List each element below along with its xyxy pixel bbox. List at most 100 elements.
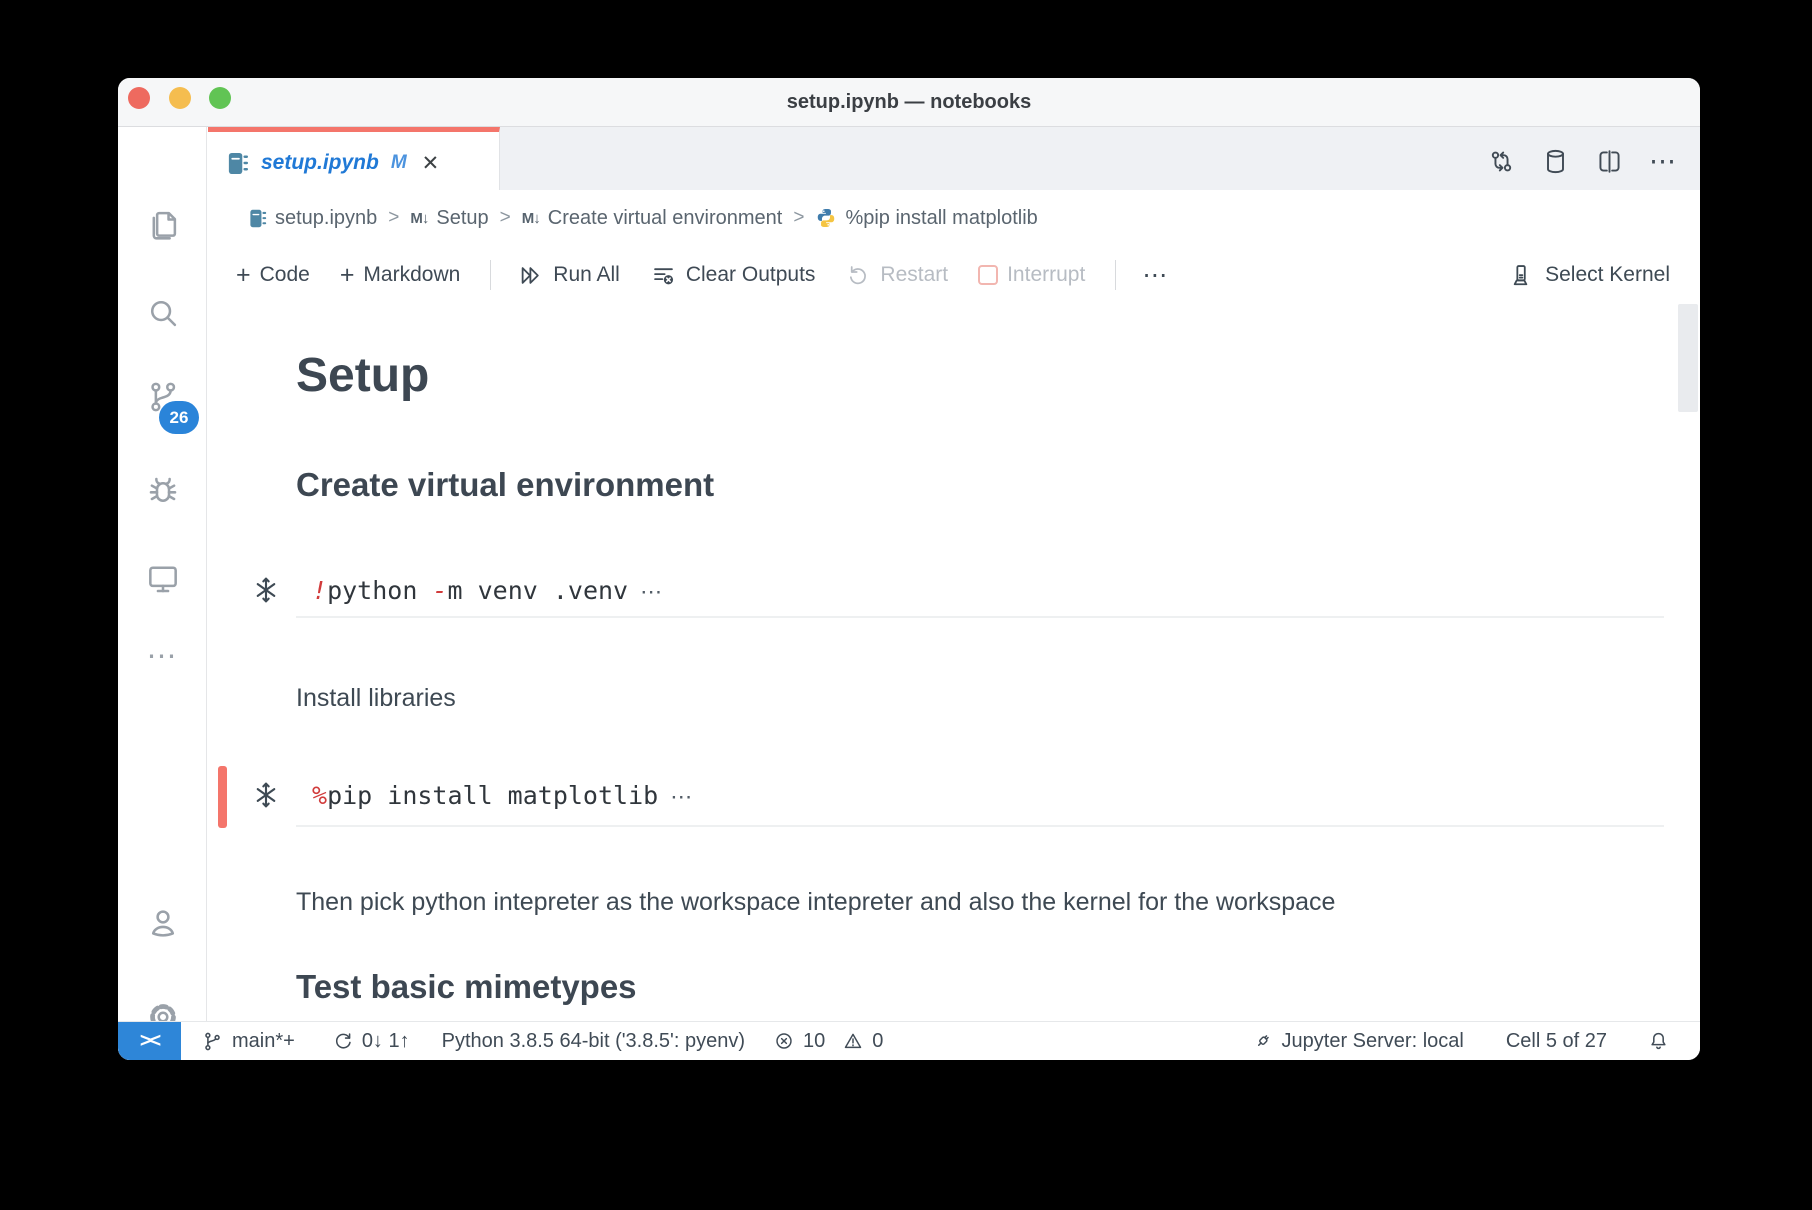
toolbar-more-button[interactable]: ⋯: [1142, 260, 1168, 290]
error-icon: [773, 1030, 795, 1052]
toolbar-divider: [1115, 260, 1116, 290]
code-cell-pip-install[interactable]: %pip install matplotlib⋯: [312, 781, 693, 810]
select-kernel-button[interactable]: Select Kernel: [1507, 262, 1670, 289]
cell-drag-handle-icon[interactable]: [250, 779, 282, 811]
selected-cell-indicator: [218, 766, 227, 828]
run-all-label: Run All: [553, 263, 620, 287]
scrollbar-thumb[interactable]: [1678, 304, 1698, 412]
titlebar: setup.ipynb — notebooks: [118, 78, 1700, 127]
git-branch-status[interactable]: main*+: [201, 1030, 295, 1053]
warning-count: 0: [872, 1030, 883, 1053]
tab-strip: setup.ipynb M ✕ ⋯: [208, 127, 1700, 190]
status-bar: >< main*+ 0↓ 1↑ Python 3.8.5 64-bit ('3.…: [118, 1021, 1700, 1060]
restart-icon: [845, 262, 871, 288]
markdown-icon: M↓: [410, 210, 428, 227]
jupyter-server-label: Jupyter Server: local: [1282, 1030, 1464, 1053]
variables-icon[interactable]: [1541, 147, 1570, 176]
files-icon: [144, 206, 182, 244]
breadcrumb-separator: >: [793, 207, 804, 229]
cell-position-label: Cell 5 of 27: [1506, 1030, 1607, 1053]
editor-actions: ⋯: [1487, 133, 1676, 190]
account-button[interactable]: [118, 904, 207, 942]
jupyter-server-status[interactable]: Jupyter Server: local: [1252, 1030, 1464, 1053]
markdown-paragraph-install[interactable]: Install libraries: [296, 684, 456, 713]
add-markdown-label: Markdown: [363, 263, 460, 287]
clear-outputs-label: Clear Outputs: [686, 263, 816, 287]
restart-button[interactable]: Restart: [845, 262, 948, 288]
cell-drag-handle-icon[interactable]: [250, 574, 282, 606]
activity-bar: 26 ⋯: [118, 127, 207, 1021]
add-code-label: Code: [260, 263, 310, 287]
tab-label: setup.ipynb: [261, 151, 379, 175]
problems-status[interactable]: 10 0: [773, 1030, 883, 1053]
sync-label: 0↓ 1↑: [362, 1030, 410, 1053]
markdown-paragraph-interpreter[interactable]: Then pick python intepreter as the works…: [296, 888, 1335, 917]
account-icon: [144, 904, 182, 942]
add-code-cell-button[interactable]: + Code: [236, 263, 310, 287]
markdown-icon: M↓: [522, 210, 540, 227]
sidebar-item-explorer[interactable]: [118, 206, 207, 244]
interrupt-icon: [978, 265, 998, 285]
split-editor-icon[interactable]: [1595, 147, 1624, 176]
error-count: 10: [803, 1030, 825, 1053]
python-icon: [815, 207, 837, 229]
breadcrumb-cell[interactable]: %pip install matplotlib: [815, 207, 1037, 230]
breadcrumb: setup.ipynb > M↓ Setup > M↓ Create virtu…: [208, 190, 1700, 246]
breadcrumb-cell-label: %pip install matplotlib: [845, 207, 1037, 230]
vscode-window: setup.ipynb — notebooks 26 ⋯: [118, 78, 1700, 1060]
interpreter-label: Python 3.8.5 64-bit ('3.8.5': pyenv): [442, 1030, 745, 1053]
warning-icon: [842, 1030, 864, 1052]
toolbar-divider: [490, 260, 491, 290]
cell-more-icon[interactable]: ⋯: [640, 579, 663, 604]
breadcrumb-file[interactable]: setup.ipynb: [248, 207, 377, 230]
breadcrumb-separator: >: [388, 207, 399, 229]
sidebar-item-debug[interactable]: [118, 473, 207, 511]
plug-icon: [1252, 1030, 1274, 1052]
kernel-icon: [1507, 262, 1534, 289]
breadcrumb-separator: >: [500, 207, 511, 229]
sidebar-item-more[interactable]: ⋯: [118, 647, 207, 667]
plus-icon: +: [236, 265, 251, 285]
notebook-editor: Setup Create virtual environment !python…: [208, 304, 1700, 1021]
notebook-icon: [248, 207, 267, 230]
cell-output-divider: [296, 616, 1664, 618]
tab-close-icon[interactable]: ✕: [422, 151, 440, 176]
breadcrumb-section-setup[interactable]: M↓ Setup: [410, 207, 488, 230]
remote-indicator[interactable]: ><: [118, 1022, 181, 1061]
add-markdown-cell-button[interactable]: + Markdown: [340, 263, 460, 287]
more-actions-icon[interactable]: ⋯: [1649, 146, 1676, 177]
clear-outputs-icon: [650, 262, 677, 289]
cell-output-divider: [296, 825, 1664, 827]
bell-icon: [1647, 1030, 1670, 1053]
run-all-button[interactable]: Run All: [517, 262, 620, 289]
sync-icon: [331, 1030, 354, 1053]
code-cell-venv[interactable]: !python -m venv .venv⋯: [312, 576, 663, 605]
clear-outputs-button[interactable]: Clear Outputs: [650, 262, 816, 289]
select-kernel-label: Select Kernel: [1545, 263, 1670, 287]
notifications-button[interactable]: [1647, 1030, 1670, 1053]
monitor-icon: [144, 559, 182, 597]
tab-git-modified-badge: M: [391, 152, 407, 174]
cell-position-status[interactable]: Cell 5 of 27: [1506, 1030, 1607, 1053]
breadcrumb-section-venv[interactable]: M↓ Create virtual environment: [522, 207, 783, 230]
markdown-heading-create-venv[interactable]: Create virtual environment: [296, 466, 714, 504]
open-changes-icon[interactable]: [1487, 147, 1516, 176]
breadcrumb-section-label: Setup: [436, 207, 488, 230]
plus-icon: +: [340, 265, 355, 285]
branch-label: main*+: [232, 1030, 295, 1053]
ellipsis-icon: ⋯: [1142, 260, 1168, 290]
sync-status[interactable]: 0↓ 1↑: [331, 1030, 410, 1053]
breadcrumb-section-label: Create virtual environment: [548, 207, 783, 230]
markdown-heading-mimetypes[interactable]: Test basic mimetypes: [296, 968, 637, 1006]
sidebar-item-search[interactable]: [118, 294, 207, 332]
notebook-toolbar: + Code + Markdown Run All Clear Outputs …: [208, 246, 1700, 304]
interrupt-button[interactable]: Interrupt: [978, 263, 1085, 287]
tab-setup-ipynb[interactable]: setup.ipynb M ✕: [208, 127, 500, 190]
interrupt-label: Interrupt: [1007, 263, 1085, 287]
python-interpreter-status[interactable]: Python 3.8.5 64-bit ('3.8.5': pyenv): [442, 1030, 745, 1053]
run-all-icon: [517, 262, 544, 289]
breadcrumb-file-label: setup.ipynb: [275, 207, 377, 230]
markdown-heading-setup[interactable]: Setup: [296, 348, 429, 403]
sidebar-item-remote-explorer[interactable]: [118, 559, 207, 597]
cell-more-icon[interactable]: ⋯: [670, 784, 693, 809]
